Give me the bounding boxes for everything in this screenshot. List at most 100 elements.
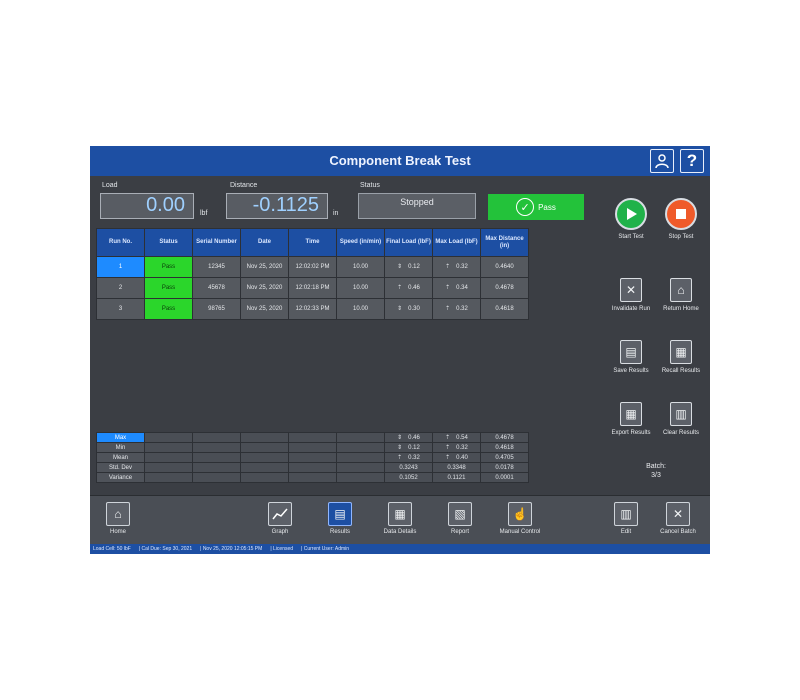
manual-control-button[interactable]: ☝ Manual Control <box>492 502 548 535</box>
stat-max-load: ⇡ 0.32 <box>432 442 481 453</box>
cell-serial[interactable]: 12345 <box>192 256 241 278</box>
cell-serial[interactable]: 98765 <box>192 298 241 320</box>
stats-row-std-dev: Std. Dev 0.3243 0.3348 0.0178 <box>96 462 529 473</box>
cell-status[interactable]: Pass <box>144 277 193 299</box>
graph-button[interactable]: Graph <box>252 502 308 535</box>
stat-max-distance: 0.0001 <box>480 472 529 483</box>
stat-final-load: 0.1052 <box>384 472 433 483</box>
stat-label[interactable]: Min <box>96 442 145 453</box>
stat-empty <box>336 462 385 473</box>
table-row[interactable]: 3 Pass 98765 Nov 25, 2020 12:02:33 PM 10… <box>96 298 529 320</box>
data-details-button[interactable]: ▦ Data Details <box>372 502 428 535</box>
col-run-no[interactable]: Run No. <box>96 228 145 257</box>
clear-results-button[interactable]: ▥ Clear Results <box>656 402 706 437</box>
report-button[interactable]: ▧ Report <box>432 502 488 535</box>
help-button[interactable]: ? <box>680 149 704 173</box>
cell-date[interactable]: Nov 25, 2020 <box>240 256 289 278</box>
invalidate-run-button[interactable]: ✕ Invalidate Run <box>606 278 656 313</box>
stat-empty <box>144 462 193 473</box>
edit-label: Edit <box>620 529 632 535</box>
export-results-button[interactable]: ▦ Export Results <box>606 402 656 437</box>
hand-icon: ☝ <box>508 502 532 526</box>
cell-serial[interactable]: 45678 <box>192 277 241 299</box>
col-serial[interactable]: Serial Number <box>192 228 241 257</box>
stat-value: 0.32 <box>456 444 468 451</box>
cell-status[interactable]: Pass <box>144 256 193 278</box>
cancel-batch-label: Cancel Batch <box>660 529 696 535</box>
cell-date[interactable]: Nov 25, 2020 <box>240 277 289 299</box>
home-button[interactable]: ⌂ Home <box>90 502 146 535</box>
col-speed[interactable]: Speed (in/min) <box>336 228 385 257</box>
cell-speed[interactable]: 10.00 <box>336 256 385 278</box>
load-unit: lbf <box>200 210 208 217</box>
table-row[interactable]: 1 Pass 12345 Nov 25, 2020 12:02:02 PM 10… <box>96 256 529 278</box>
user-button[interactable] <box>650 149 674 173</box>
stat-label[interactable]: Max <box>96 432 145 443</box>
cell-run-no[interactable]: 2 <box>96 277 145 299</box>
export-icon: ▦ <box>620 402 642 426</box>
recall-results-button[interactable]: ▦ Recall Results <box>656 340 706 375</box>
start-test-button[interactable]: Start Test <box>606 198 656 241</box>
load-cell-status: Load Cell: 50 lbF <box>93 546 131 552</box>
col-max-load[interactable]: Max Load (lbF) <box>432 228 481 257</box>
stat-empty <box>240 472 289 483</box>
distance-label: Distance <box>230 182 258 189</box>
cell-date[interactable]: Nov 25, 2020 <box>240 298 289 320</box>
status-bar: Load Cell: 50 lbF | Cal Due: Sep 30, 2021… <box>90 544 710 554</box>
stat-max-load: ⇡ 0.54 <box>432 432 481 443</box>
stat-empty <box>192 442 241 453</box>
cell-time[interactable]: 12:02:02 PM <box>288 256 337 278</box>
cell-final-load[interactable]: ⇕ 0.30 <box>384 298 433 320</box>
cell-run-no[interactable]: 3 <box>96 298 145 320</box>
save-results-label: Save Results <box>613 368 649 374</box>
stat-empty <box>240 452 289 463</box>
cell-final-load[interactable]: ⇡ 0.46 <box>384 277 433 299</box>
invalidate-run-label: Invalidate Run <box>611 306 651 312</box>
stat-label[interactable]: Std. Dev <box>96 462 145 473</box>
window-title: Component Break Test <box>329 153 471 168</box>
col-time[interactable]: Time <box>288 228 337 257</box>
cell-final-load[interactable]: ⇕ 0.12 <box>384 256 433 278</box>
cell-max-load[interactable]: ⇡ 0.32 <box>432 256 481 278</box>
save-results-button[interactable]: ▤ Save Results <box>606 340 656 375</box>
up-arrow-icon: ⇡ <box>445 444 451 451</box>
edit-button[interactable]: ▥ Edit <box>598 502 654 535</box>
stop-test-button[interactable]: Stop Test <box>656 198 706 241</box>
stat-empty <box>192 472 241 483</box>
cell-max-distance[interactable]: 0.4640 <box>480 256 529 278</box>
col-date[interactable]: Date <box>240 228 289 257</box>
stat-label[interactable]: Mean <box>96 452 145 463</box>
cancel-batch-button[interactable]: ✕ Cancel Batch <box>650 502 706 535</box>
col-status[interactable]: Status <box>144 228 193 257</box>
max-load-value: 0.32 <box>456 305 468 312</box>
stat-empty <box>144 472 193 483</box>
up-down-arrow-icon: ⇕ <box>397 444 403 451</box>
cell-max-distance[interactable]: 0.4618 <box>480 298 529 320</box>
cell-max-load[interactable]: ⇡ 0.34 <box>432 277 481 299</box>
return-home-button[interactable]: ⌂ Return Home <box>656 278 706 313</box>
col-max-distance[interactable]: Max Distance (in) <box>480 228 529 257</box>
cell-time[interactable]: 12:02:33 PM <box>288 298 337 320</box>
clipboard-icon: ▤ <box>328 502 352 526</box>
stat-label[interactable]: Variance <box>96 472 145 483</box>
cell-status[interactable]: Pass <box>144 298 193 320</box>
table-row[interactable]: 2 Pass 45678 Nov 25, 2020 12:02:18 PM 10… <box>96 277 529 299</box>
cell-speed[interactable]: 10.00 <box>336 277 385 299</box>
return-home-icon: ⌂ <box>670 278 692 302</box>
stop-icon <box>665 198 697 230</box>
cell-run-no[interactable]: 1 <box>96 256 145 278</box>
stat-empty <box>192 462 241 473</box>
cell-speed[interactable]: 10.00 <box>336 298 385 320</box>
status-readout: Stopped <box>358 193 476 219</box>
stats-row-max: Max ⇕ 0.46 ⇡ 0.54 0.4678 <box>96 432 529 443</box>
cell-time[interactable]: 12:02:18 PM <box>288 277 337 299</box>
stat-value: 0.32 <box>408 454 420 461</box>
bottom-toolbar: ⌂ Home Graph ▤ Results ▦ Data Details ▧ … <box>90 495 710 544</box>
col-final-load[interactable]: Final Load (lbF) <box>384 228 433 257</box>
cell-max-distance[interactable]: 0.4678 <box>480 277 529 299</box>
start-test-label: Start Test <box>618 234 644 240</box>
up-down-arrow-icon: ⇕ <box>397 305 403 312</box>
check-icon: ✓ <box>516 198 535 216</box>
results-button[interactable]: ▤ Results <box>312 502 368 535</box>
cell-max-load[interactable]: ⇡ 0.32 <box>432 298 481 320</box>
